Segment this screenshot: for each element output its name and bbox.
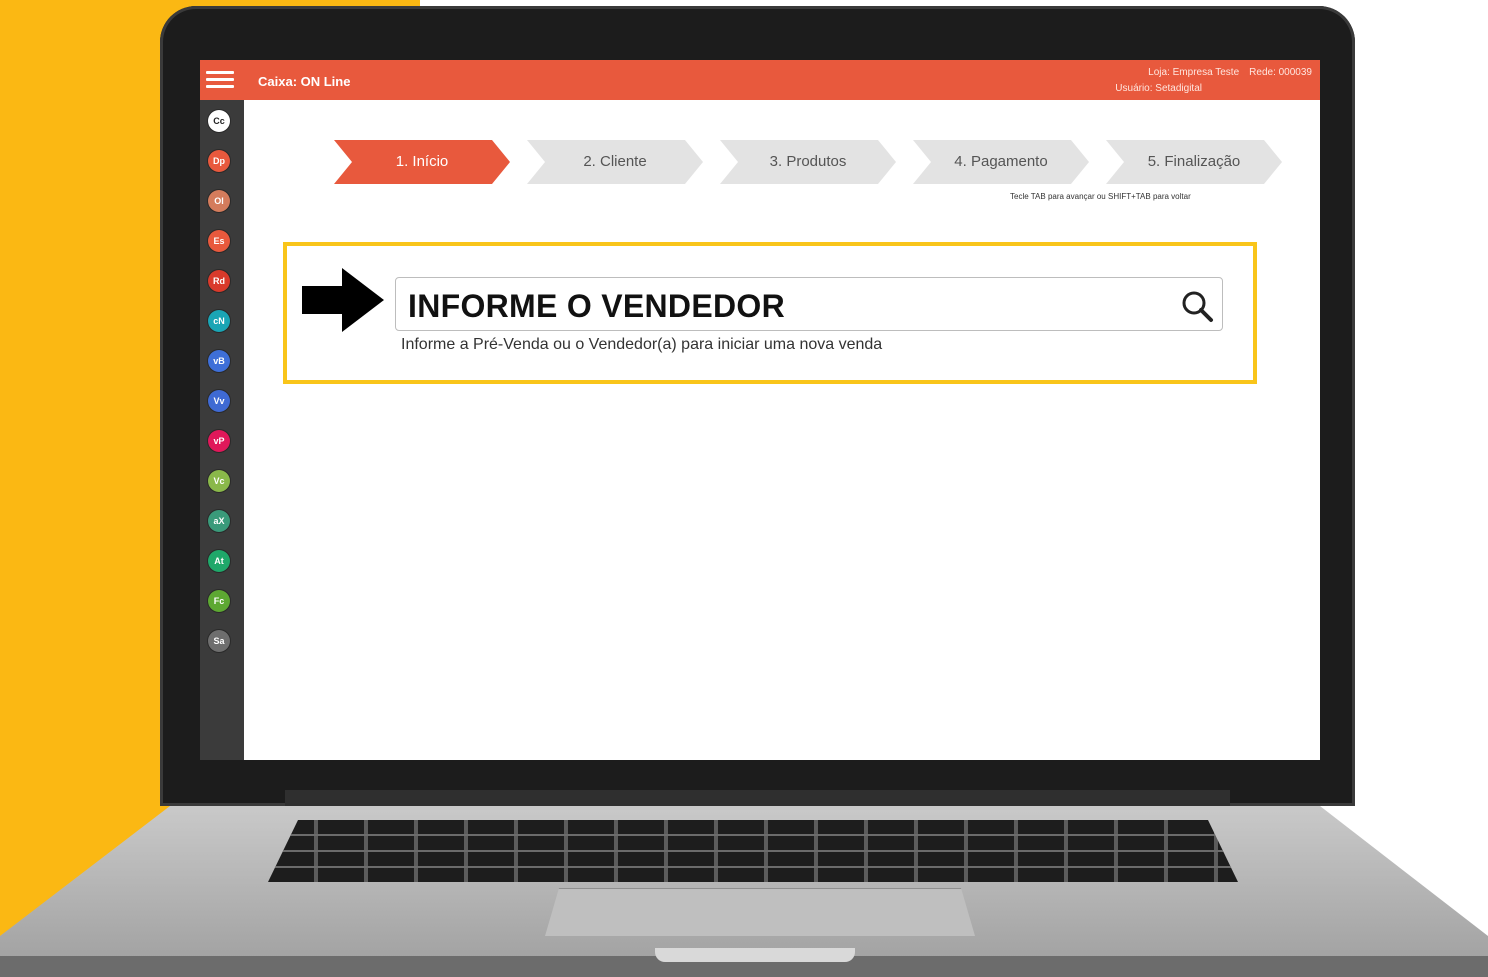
sidebar-item-ol[interactable]: Ol	[208, 190, 230, 212]
search-help-text: Informe a Pré-Venda ou o Vendedor(a) par…	[401, 336, 883, 353]
sidebar-item-dp[interactable]: Dp	[208, 150, 230, 172]
sidebar-item-vv[interactable]: Vv	[208, 390, 230, 412]
step-produtos[interactable]: 3. Produtos	[720, 140, 896, 184]
laptop-notch	[655, 948, 855, 962]
hamburger-line	[206, 85, 234, 88]
sidebar-item-cc[interactable]: Cc	[208, 110, 230, 132]
user-label: Usuário: Setadigital	[1115, 83, 1202, 94]
step-finalizacao[interactable]: 5. Finalização	[1106, 140, 1282, 184]
laptop-screen: Caixa: ON Line Loja: Empresa Teste Rede: …	[200, 60, 1320, 760]
sidebar-item-sa[interactable]: Sa	[208, 630, 230, 652]
sidebar-item-vb[interactable]: vB	[208, 350, 230, 372]
sidebar-item-vc[interactable]: Vc	[208, 470, 230, 492]
header-info: Loja: Empresa Teste Rede: 000039 Usuário:…	[1105, 65, 1312, 97]
sidebar-item-fc[interactable]: Fc	[208, 590, 230, 612]
sidebar-item-at[interactable]: At	[208, 550, 230, 572]
step-cliente[interactable]: 2. Cliente	[527, 140, 703, 184]
laptop-base	[0, 806, 1488, 977]
vendor-search-value: INFORME O VENDEDOR	[408, 288, 785, 324]
keyboard-rows	[268, 820, 1238, 882]
sidebar-item-ax[interactable]: aX	[208, 510, 230, 532]
step-pagamento[interactable]: 4. Pagamento	[913, 140, 1089, 184]
app-title: Caixa: ON Line	[258, 74, 351, 89]
store-label: Loja: Empresa Teste	[1148, 67, 1240, 78]
sidebar-item-vp[interactable]: vP	[208, 430, 230, 452]
vendor-search-input[interactable]: INFORME O VENDEDOR	[395, 277, 1223, 331]
menu-button[interactable]	[206, 68, 234, 92]
step-inicio[interactable]: 1. Início	[334, 140, 510, 184]
network-label: Rede: 000039	[1249, 67, 1312, 78]
app-header: Caixa: ON Line Loja: Empresa Teste Rede: …	[200, 60, 1320, 100]
trackpad	[545, 888, 975, 936]
sidebar-item-es[interactable]: Es	[208, 230, 230, 252]
sidebar: Cc Dp Ol Es Rd cN vB Vv vP Vc aX At Fc S…	[200, 100, 244, 760]
hamburger-line	[206, 71, 234, 74]
hamburger-line	[206, 78, 234, 81]
search-icon[interactable]	[1180, 289, 1214, 323]
sidebar-item-cn[interactable]: cN	[208, 310, 230, 332]
right-arrow-icon	[302, 268, 384, 332]
sidebar-item-rd[interactable]: Rd	[208, 270, 230, 292]
keyboard-hint: Tecle TAB para avançar ou SHIFT+TAB para…	[1010, 192, 1191, 201]
